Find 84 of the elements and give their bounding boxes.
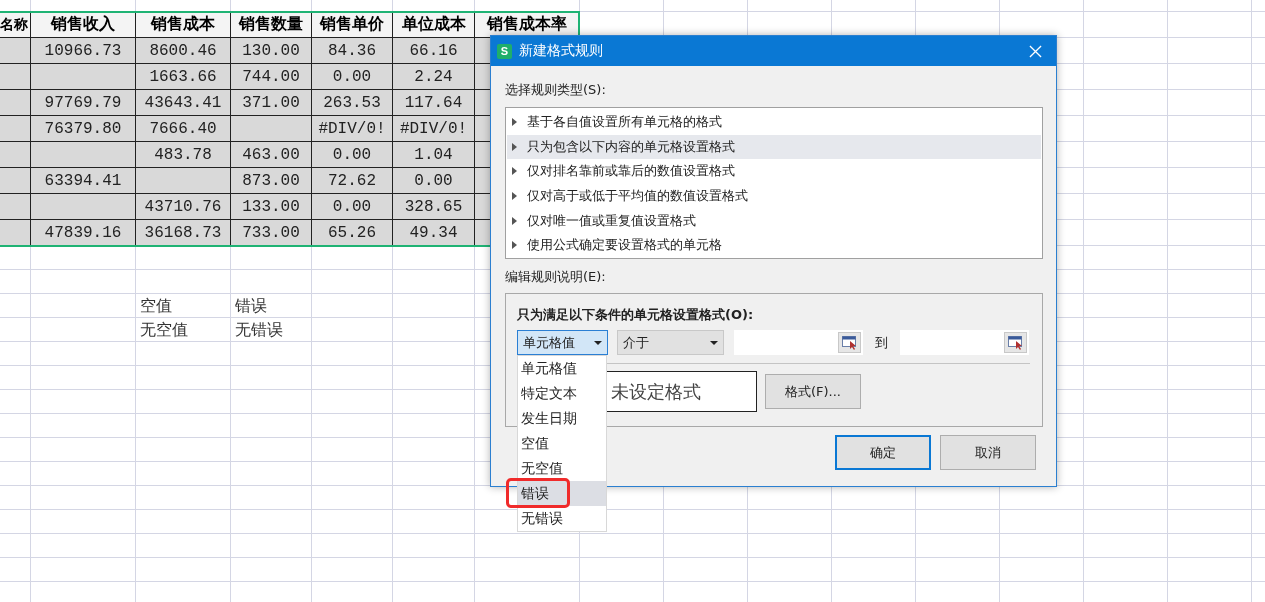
- table-cell: 133.00: [231, 194, 312, 220]
- range-separator: 到: [875, 333, 888, 352]
- close-icon[interactable]: [1029, 44, 1042, 58]
- table-cell: 43643.41: [136, 90, 231, 116]
- table-cell: 36168.73: [136, 220, 231, 246]
- column-header: 销售数量: [231, 12, 312, 38]
- table-cell: 7666.40: [136, 116, 231, 142]
- table-cell: 76379.80: [31, 116, 136, 142]
- table-cell: 66.16: [393, 38, 475, 64]
- dropdown-option[interactable]: 空值: [518, 431, 606, 456]
- table-cell: 463.00: [231, 142, 312, 168]
- ok-button[interactable]: 确定: [835, 435, 931, 470]
- section-label: 编辑规则说明(E):: [505, 269, 607, 285]
- rule-type-item[interactable]: 只为包含以下内容的单元格设置格式: [507, 134, 1041, 160]
- table-cell: 130.00: [231, 38, 312, 64]
- cell-text: 无空值: [139, 320, 189, 340]
- rule-type-item[interactable]: 仅对唯一值或重复值设置格式: [507, 208, 1041, 233]
- table-cell: 10966.73: [31, 38, 136, 64]
- table-cell: 733.00: [231, 220, 312, 246]
- dropdown-option[interactable]: 发生日期: [518, 406, 606, 431]
- table-cell: 49.34: [393, 220, 475, 246]
- format-preview: 未设定格式: [605, 371, 757, 412]
- table-cell: 0.00: [393, 168, 475, 194]
- caret-icon: [710, 340, 718, 345]
- range-button[interactable]: [1004, 332, 1027, 353]
- dropdown-option[interactable]: 无空值: [518, 456, 606, 481]
- table-cell: 0.00: [312, 142, 393, 168]
- table-cell: 0.00: [312, 194, 393, 220]
- range-button[interactable]: [838, 332, 861, 353]
- table-cell: 97769.79: [31, 90, 136, 116]
- column-header: 单位成本: [393, 12, 475, 38]
- dropdown-option[interactable]: 单元格值: [518, 356, 606, 381]
- table-cell: 371.00: [231, 90, 312, 116]
- table-cell: 43710.76: [136, 194, 231, 220]
- triangle-icon: [512, 241, 517, 250]
- table-cursor-icon: [1007, 335, 1024, 350]
- triangle-icon: [512, 216, 517, 225]
- rule-type-item[interactable]: 基于各自值设置所有单元格的格式: [507, 110, 1041, 135]
- table-cell: 8600.46: [136, 38, 231, 64]
- table-cell: 63394.41: [31, 168, 136, 194]
- rule-type-item[interactable]: 使用公式确定要设置格式的单元格: [507, 232, 1041, 258]
- cell-text: 空值: [139, 296, 173, 316]
- format-button[interactable]: 格式(F)...: [765, 374, 861, 409]
- table-cell: #DIV/0!: [312, 116, 393, 142]
- table-cell: 2.24: [393, 64, 475, 90]
- column-header: 销售收入: [31, 12, 136, 38]
- table-cell: 72.62: [312, 168, 393, 194]
- triangle-icon: [512, 118, 517, 127]
- triangle-icon: [512, 167, 517, 176]
- dropdown-option[interactable]: 无错误: [518, 506, 606, 531]
- table-cell: 65.26: [312, 220, 393, 246]
- table-cursor-icon: [841, 335, 858, 350]
- app-icon: S: [497, 43, 512, 59]
- operator-dropdown[interactable]: 介于: [617, 330, 724, 355]
- dropdown-option[interactable]: 错误: [518, 481, 606, 506]
- triangle-icon: [512, 192, 517, 201]
- table-cell: 0.00: [312, 64, 393, 90]
- column-header: 销售成本: [136, 12, 231, 38]
- table-cell: 744.00: [231, 64, 312, 90]
- triangle-icon: [512, 142, 517, 151]
- table-cell: 1663.66: [136, 64, 231, 90]
- cancel-button[interactable]: 取消: [940, 435, 1036, 470]
- table-cell: #DIV/0!: [393, 116, 475, 142]
- table-cell: 47839.16: [31, 220, 136, 246]
- cell-text: 错误: [234, 296, 268, 316]
- dropdown-option[interactable]: 特定文本: [518, 381, 606, 406]
- condition-heading: 只为满足以下条件的单元格设置格式(O):: [517, 307, 755, 323]
- rule-type-item[interactable]: 仅对排名靠前或靠后的数值设置格式: [507, 159, 1041, 184]
- rule-type-item[interactable]: 仅对高于或低于平均值的数值设置格式: [507, 183, 1041, 209]
- table-cell: 873.00: [231, 168, 312, 194]
- cell-text: 无错误: [234, 320, 284, 340]
- caret-icon: [594, 340, 602, 345]
- table-cell: 263.53: [312, 90, 393, 116]
- table-cell: 328.65: [393, 194, 475, 220]
- value-field[interactable]: [900, 330, 1029, 355]
- table-cell: 84.36: [312, 38, 393, 64]
- value-field[interactable]: [734, 330, 863, 355]
- table-cell: 117.64: [393, 90, 475, 116]
- column-header: 名称: [0, 12, 31, 38]
- table-cell: 1.04: [393, 142, 475, 168]
- table-cell: 483.78: [136, 142, 231, 168]
- window-title: 新建格式规则: [519, 42, 604, 60]
- section-label: 选择规则类型(S):: [505, 82, 607, 98]
- column-header: 销售单价: [312, 12, 393, 38]
